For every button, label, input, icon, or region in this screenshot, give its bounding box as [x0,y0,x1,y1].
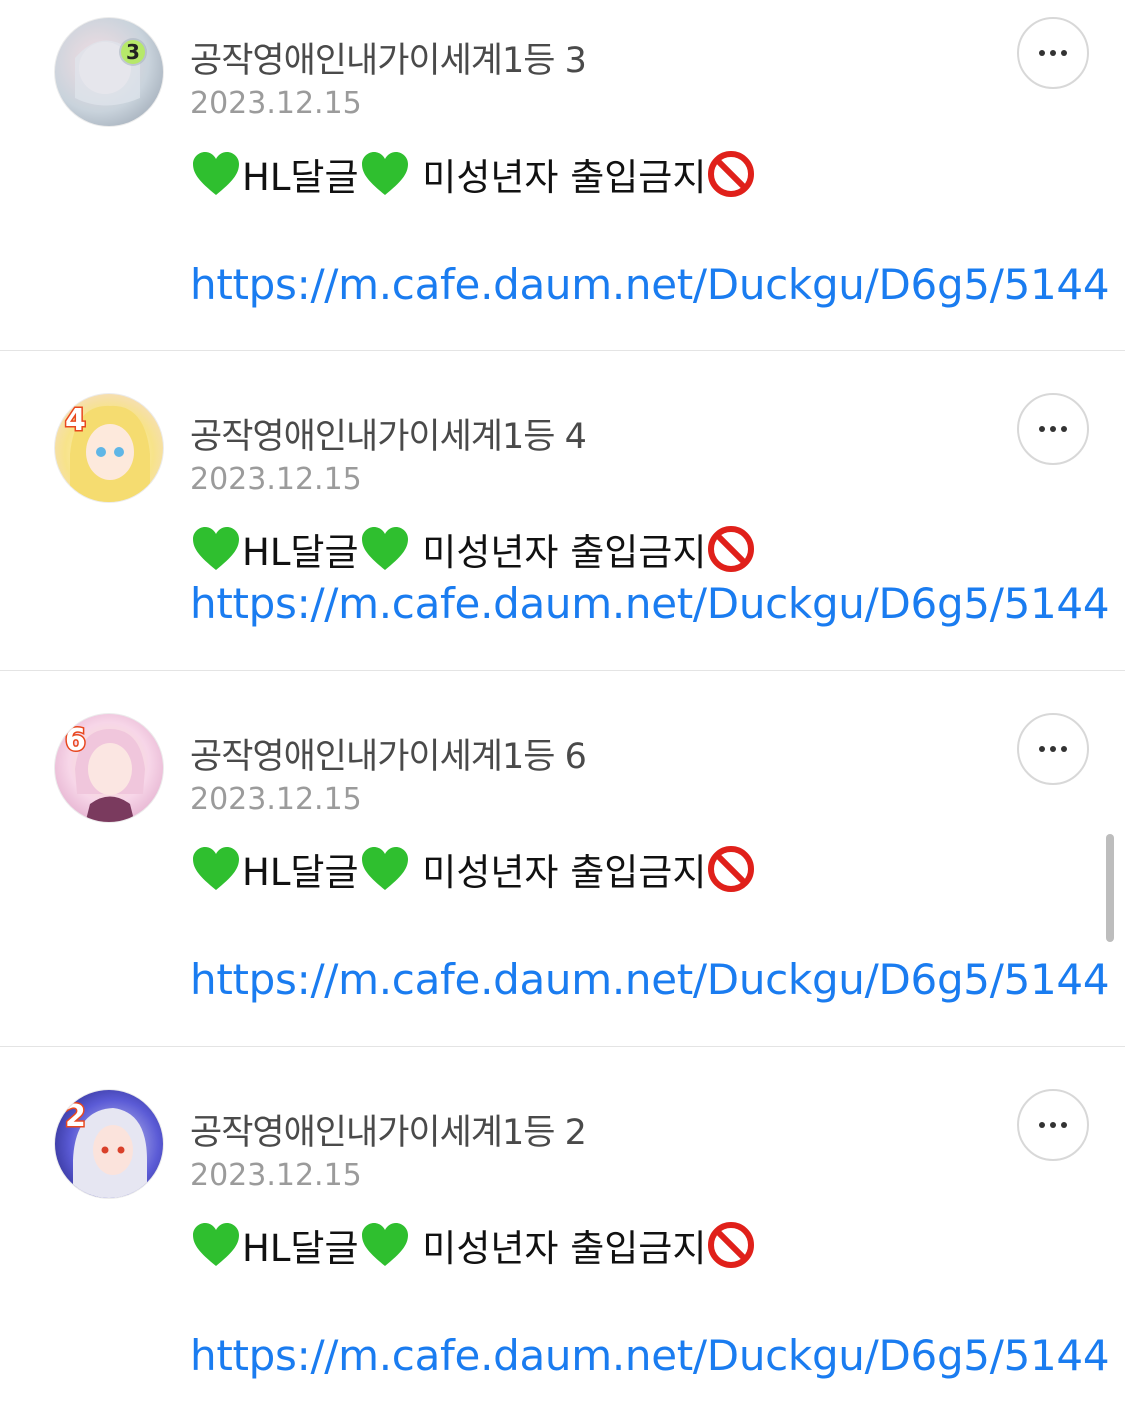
comment-date: 2023.12.15 [190,86,362,121]
comment-link[interactable]: https://m.cafe.daum.net/Duckgu/D6g5/5144 [190,1331,1110,1380]
green-heart-icon [193,847,239,890]
rank-badge: 4 [64,403,88,438]
green-heart-icon [361,1223,408,1266]
username[interactable]: 공작영애인내가이세계1등 6 [190,728,587,779]
avatar[interactable]: 3 [54,17,164,127]
comment-text: 미성년자 출입금지 [410,851,707,894]
rank-badge: 2 [64,1099,88,1134]
comment-link[interactable]: https://m.cafe.daum.net/Duckgu/D6g5/5144 [190,579,1110,628]
green-heart-icon [361,847,408,890]
no-entry-icon [708,526,755,572]
comment-item: 6 공작영애인내가이세계1등 6 2023.12.15 HL달글 미성년자 출입… [0,671,1125,1047]
comment-text: HL달글 [242,1227,359,1270]
more-options-icon [1039,426,1045,432]
comment-body: HL달글 미성년자 출입금지 [190,842,756,896]
green-heart-icon [193,152,239,195]
more-options-icon [1039,1122,1045,1128]
comment-item: 4 공작영애인내가이세계1등 4 2023.12.15 HL달글 미성년자 출입… [0,351,1125,671]
avatar-image [75,38,147,106]
rank-badge: 3 [121,40,145,64]
green-heart-icon [361,527,408,570]
green-heart-icon [193,1223,239,1266]
username[interactable]: 공작영애인내가이세계1등 4 [190,408,587,459]
comment-link[interactable]: https://m.cafe.daum.net/Duckgu/D6g5/5144 [190,955,1110,1004]
comment-text: HL달글 [242,531,359,574]
avatar[interactable]: 6 [54,713,164,823]
comment-date: 2023.12.15 [190,782,362,817]
more-options-button[interactable] [1017,713,1089,785]
comment-item: 2 공작영애인내가이세계1등 2 2023.12.15 HL달글 미성년자 출입… [0,1047,1125,1420]
green-heart-icon [193,527,239,570]
comment-date: 2023.12.15 [190,1158,362,1193]
green-heart-icon [361,152,408,195]
comment-text: HL달글 [242,851,359,894]
username[interactable]: 공작영애인내가이세계1등 3 [190,32,587,83]
comment-body: HL달글 미성년자 출입금지 [190,147,756,201]
more-options-icon [1039,50,1045,56]
comment-text: HL달글 [242,156,359,199]
avatar[interactable]: 2 [54,1089,164,1199]
rank-badge: 6 [64,723,88,758]
no-entry-icon [708,151,755,197]
more-options-button[interactable] [1017,1089,1089,1161]
username[interactable]: 공작영애인내가이세계1등 2 [190,1104,587,1155]
comment-date: 2023.12.15 [190,462,362,497]
comment-body: HL달글 미성년자 출입금지 [190,1218,756,1272]
no-entry-icon [708,846,755,892]
scrollbar[interactable] [1106,834,1114,942]
comment-body: HL달글 미성년자 출입금지 [190,522,756,576]
more-options-button[interactable] [1017,17,1089,89]
comment-text: 미성년자 출입금지 [410,156,707,199]
comment-item: 3 공작영애인내가이세계1등 3 2023.12.15 HL달글 미성년자 출입… [0,0,1125,351]
more-options-icon [1039,746,1045,752]
no-entry-icon [708,1222,755,1268]
more-options-button[interactable] [1017,393,1089,465]
comment-feed: 3 공작영애인내가이세계1등 3 2023.12.15 HL달글 미성년자 출입… [0,0,1125,1420]
avatar[interactable]: 4 [54,393,164,503]
comment-link[interactable]: https://m.cafe.daum.net/Duckgu/D6g5/5144 [190,260,1110,309]
comment-text: 미성년자 출입금지 [410,531,707,574]
comment-text: 미성년자 출입금지 [410,1227,707,1270]
